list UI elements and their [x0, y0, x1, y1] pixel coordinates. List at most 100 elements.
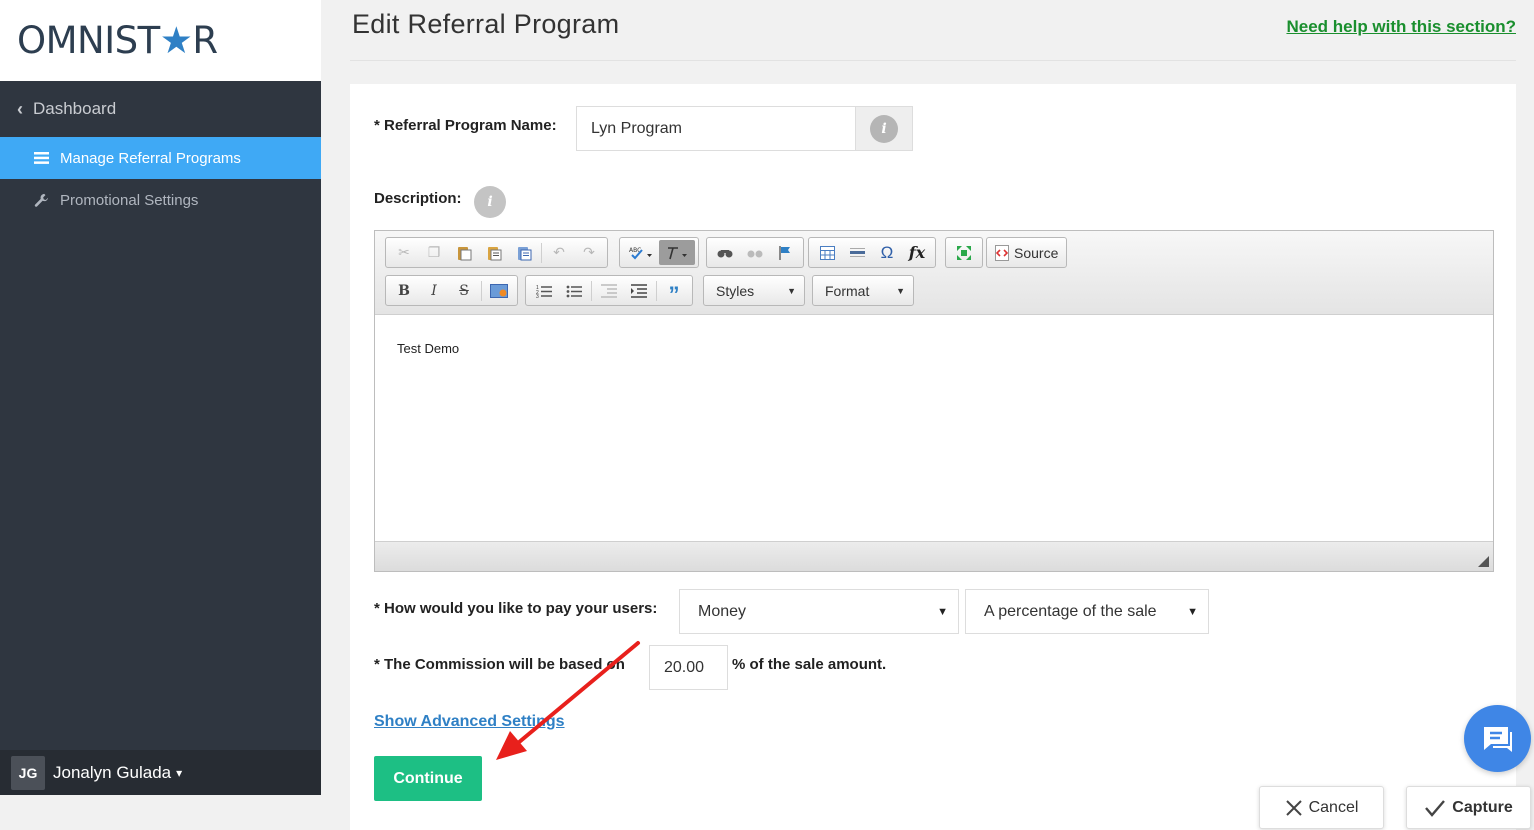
pay-type-value: A percentage of the sale [984, 602, 1157, 620]
description-info-icon[interactable]: i [474, 186, 506, 218]
form-panel: * Referral Program Name: Lyn Program i D… [350, 84, 1516, 830]
capture-label: Capture [1452, 798, 1513, 816]
toolbar-separator [541, 242, 542, 263]
commission-input[interactable]: 20.00 [649, 645, 728, 690]
avatar: JG [11, 755, 45, 790]
spellcheck-group: ABC [619, 237, 699, 268]
table-icon[interactable] [812, 240, 842, 265]
bulleted-list-icon[interactable] [559, 278, 589, 303]
logo-area: OMNIST★R [0, 0, 321, 81]
cancel-button[interactable]: Cancel [1259, 786, 1384, 829]
maximize-group [945, 237, 983, 268]
copy-icon[interactable]: ❐ [419, 240, 449, 265]
toolbar-separator [591, 280, 592, 301]
chevron-down-icon: ▾ [176, 765, 183, 780]
program-name-input[interactable]: Lyn Program [576, 106, 856, 151]
source-label: Source [1014, 244, 1059, 261]
undo-icon[interactable]: ↶ [544, 240, 574, 265]
maximize-icon[interactable] [949, 240, 979, 265]
show-advanced-settings-link[interactable]: Show Advanced Settings [374, 713, 565, 731]
indent-icon[interactable] [624, 278, 654, 303]
chevron-down-icon: ▼ [787, 285, 796, 296]
omnistar-logo[interactable]: OMNIST★R [17, 19, 218, 62]
continue-button[interactable]: Continue [374, 756, 482, 801]
rich-text-editor: ✂ ❐ ↶ ↷ ABC Ω fx Source B I S 1 2 3 ” St… [374, 230, 1494, 572]
sidebar-item-label: Promotional Settings [60, 191, 199, 209]
replace-icon[interactable] [740, 240, 770, 265]
pay-type-select[interactable]: A percentage of the sale ▼ [965, 589, 1209, 634]
basic-style-group: B I S [385, 275, 518, 306]
back-to-dashboard[interactable]: ‹ Dashboard [0, 81, 321, 137]
pay-method-label: * How would you like to pay your users: [374, 600, 658, 617]
program-name-info-addon[interactable]: i [855, 106, 913, 151]
editor-status-bar [375, 541, 1493, 571]
sidebar-item-promotional-settings[interactable]: Promotional Settings [0, 179, 321, 221]
info-icon: i [870, 114, 898, 143]
header-divider [350, 60, 1516, 61]
editor-toolbar: ✂ ❐ ↶ ↷ ABC Ω fx Source B I S 1 2 3 ” St… [375, 231, 1493, 315]
flag-icon[interactable] [770, 240, 800, 265]
source-group: Source [986, 237, 1068, 268]
help-link[interactable]: Need help with this section? [1286, 17, 1516, 37]
sidebar: OMNIST★R ‹ Dashboard Manage Referral Pro… [0, 0, 321, 795]
page-title: Edit Referral Program [352, 9, 620, 39]
outdent-icon[interactable] [594, 278, 624, 303]
cut-icon[interactable]: ✂ [389, 240, 419, 265]
toolbar-separator [481, 280, 482, 301]
editor-content-area[interactable]: Test Demo [375, 315, 1493, 541]
commission-suffix: % of the sale amount. [732, 656, 887, 673]
list-icon [30, 152, 52, 164]
styles-label: Styles [716, 282, 755, 299]
chat-widget-button[interactable] [1464, 705, 1531, 772]
description-label: Description: [374, 190, 462, 207]
wrench-icon [30, 193, 52, 208]
chevron-down-icon: ▼ [896, 285, 905, 296]
paste-word-icon[interactable] [509, 240, 539, 265]
italic-icon[interactable]: I [419, 278, 449, 303]
user-menu[interactable]: JG Jonalyn Gulada ▾ [0, 750, 321, 795]
logo-star-icon: ★ [159, 19, 193, 62]
spellcheck-icon[interactable]: ABC [623, 240, 659, 265]
commission-label: * The Commission will be based on [374, 656, 625, 673]
editor-content-text: Test Demo [397, 341, 460, 356]
format-label: Format [825, 282, 870, 299]
paste-icon[interactable] [449, 240, 479, 265]
formula-icon[interactable]: fx [902, 240, 932, 265]
sidebar-item-manage-referral-programs[interactable]: Manage Referral Programs [0, 137, 321, 179]
capture-button[interactable]: Capture [1406, 786, 1531, 829]
find-icon[interactable] [710, 240, 740, 265]
cancel-label: Cancel [1308, 798, 1359, 816]
strike-icon[interactable]: S [449, 278, 479, 303]
user-name: Jonalyn Gulada [53, 762, 172, 782]
numbered-list-icon[interactable]: 123 [529, 278, 559, 303]
toolbar-separator [656, 280, 657, 301]
list-group: 123 ” [525, 275, 693, 307]
styles-dropdown[interactable]: Styles ▼ [703, 275, 805, 306]
logo-text-left: OMNIST [17, 19, 160, 62]
image-icon[interactable] [484, 278, 514, 303]
chevron-left-icon: ‹ [17, 98, 23, 119]
program-name-label: * Referral Program Name: [374, 117, 557, 134]
format-dropdown[interactable]: Format ▼ [812, 275, 914, 306]
logo-text-right: R [192, 19, 218, 62]
chevron-down-icon: ▼ [937, 605, 948, 618]
source-button[interactable]: Source [990, 244, 1063, 261]
resize-handle-icon[interactable] [1478, 556, 1489, 567]
pay-method-value: Money [698, 602, 747, 620]
dashboard-label: Dashboard [33, 99, 117, 118]
redo-icon[interactable]: ↷ [574, 240, 604, 265]
bold-icon[interactable]: B [389, 278, 419, 303]
sidebar-item-label: Manage Referral Programs [60, 149, 241, 167]
pay-method-select[interactable]: Money ▼ [679, 589, 959, 634]
source-icon [995, 244, 1009, 261]
chevron-down-icon: ▼ [1187, 605, 1198, 618]
special-char-icon[interactable]: Ω [872, 240, 902, 265]
clipboard-group: ✂ ❐ ↶ ↷ [385, 237, 608, 268]
insert-group: Ω fx [808, 237, 936, 268]
paste-text-icon[interactable] [479, 240, 509, 265]
svg-text:3: 3 [536, 294, 539, 298]
blockquote-icon[interactable]: ” [659, 278, 689, 307]
chat-icon [1483, 726, 1512, 752]
remove-format-icon[interactable] [659, 240, 695, 265]
horizontal-rule-icon[interactable] [842, 240, 872, 265]
